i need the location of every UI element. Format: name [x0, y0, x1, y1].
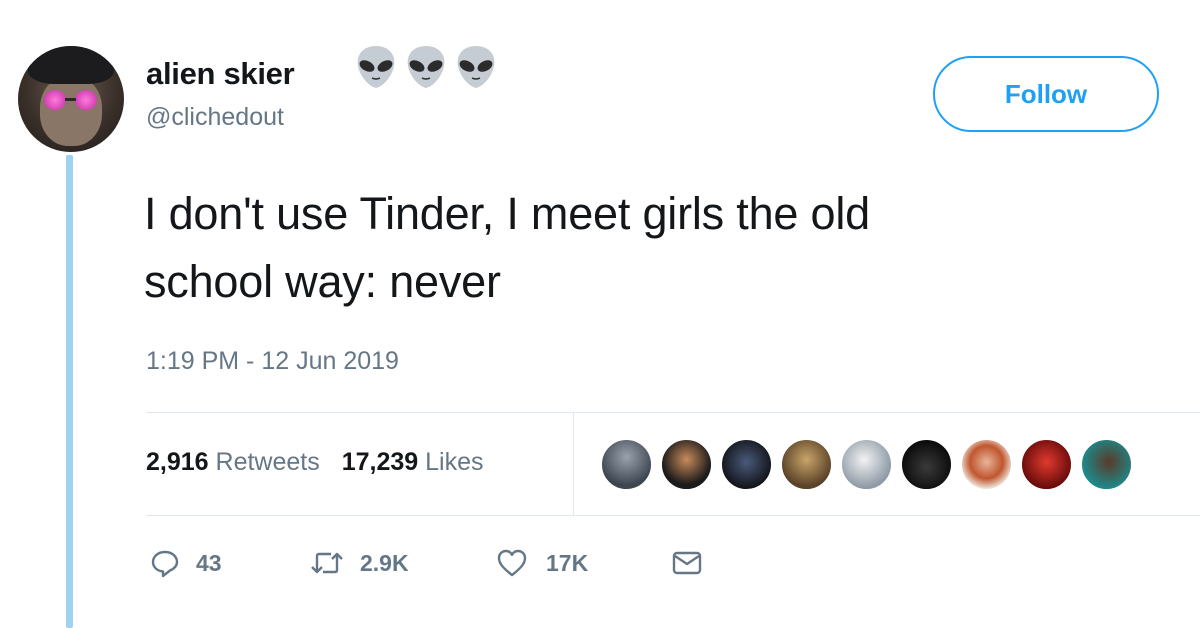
name-emojis [354, 44, 498, 90]
tweet-stats: 2,916 Retweets 17,239 Likes [146, 448, 484, 477]
thread-line [66, 155, 73, 628]
envelope-icon [672, 551, 702, 575]
retweet-action[interactable]: 2.9K [310, 550, 496, 577]
divider [146, 515, 1200, 516]
alien-emoji-icon [357, 46, 395, 88]
reply-count: 43 [196, 549, 222, 576]
tweet-timestamp[interactable]: 1:19 PM - 12 Jun 2019 [146, 347, 399, 376]
alien-emoji-icon [407, 46, 445, 88]
tweet-text-line-2: school way: never [144, 256, 501, 307]
like-count: 17K [546, 549, 589, 576]
tweet-actions: 43 2.9K 17K [150, 548, 702, 578]
direct-message-action[interactable] [672, 550, 702, 576]
alien-emoji-icon [457, 46, 495, 88]
retweets-stat[interactable]: 2,916 Retweets [146, 448, 320, 477]
user-handle[interactable]: @clichedout [146, 103, 284, 132]
follow-button[interactable]: Follow [933, 56, 1159, 132]
divider [146, 412, 1200, 413]
liked-by-avatars [600, 438, 1133, 491]
liker-avatar[interactable] [1020, 438, 1073, 491]
tweet-text-line-1: I don't use Tinder, I meet girls the old [144, 188, 870, 239]
stats-divider [573, 413, 574, 515]
retweets-label: Retweets [215, 448, 320, 476]
display-name[interactable]: alien skier [146, 56, 295, 92]
likes-stat[interactable]: 17,239 Likes [342, 448, 484, 477]
liker-avatar[interactable] [900, 438, 953, 491]
liker-avatar[interactable] [780, 438, 833, 491]
retweet-count: 2.9K [360, 549, 409, 576]
reply-icon [151, 550, 179, 578]
likes-count: 17,239 [341, 448, 419, 476]
heart-icon [497, 549, 527, 577]
reply-action[interactable]: 43 [150, 548, 310, 578]
retweet-icon [311, 552, 343, 574]
tweet-text: I don't use Tinder, I meet girls the old… [144, 180, 1164, 316]
liker-avatar[interactable] [1080, 438, 1133, 491]
liker-avatar[interactable] [600, 438, 653, 491]
liker-avatar[interactable] [840, 438, 893, 491]
likes-label: Likes [425, 448, 484, 476]
user-avatar[interactable] [18, 46, 124, 152]
liker-avatar[interactable] [720, 438, 773, 491]
liker-avatar[interactable] [960, 438, 1013, 491]
liker-avatar[interactable] [660, 438, 713, 491]
like-action[interactable]: 17K [496, 548, 672, 578]
retweets-count: 2,916 [146, 448, 209, 476]
